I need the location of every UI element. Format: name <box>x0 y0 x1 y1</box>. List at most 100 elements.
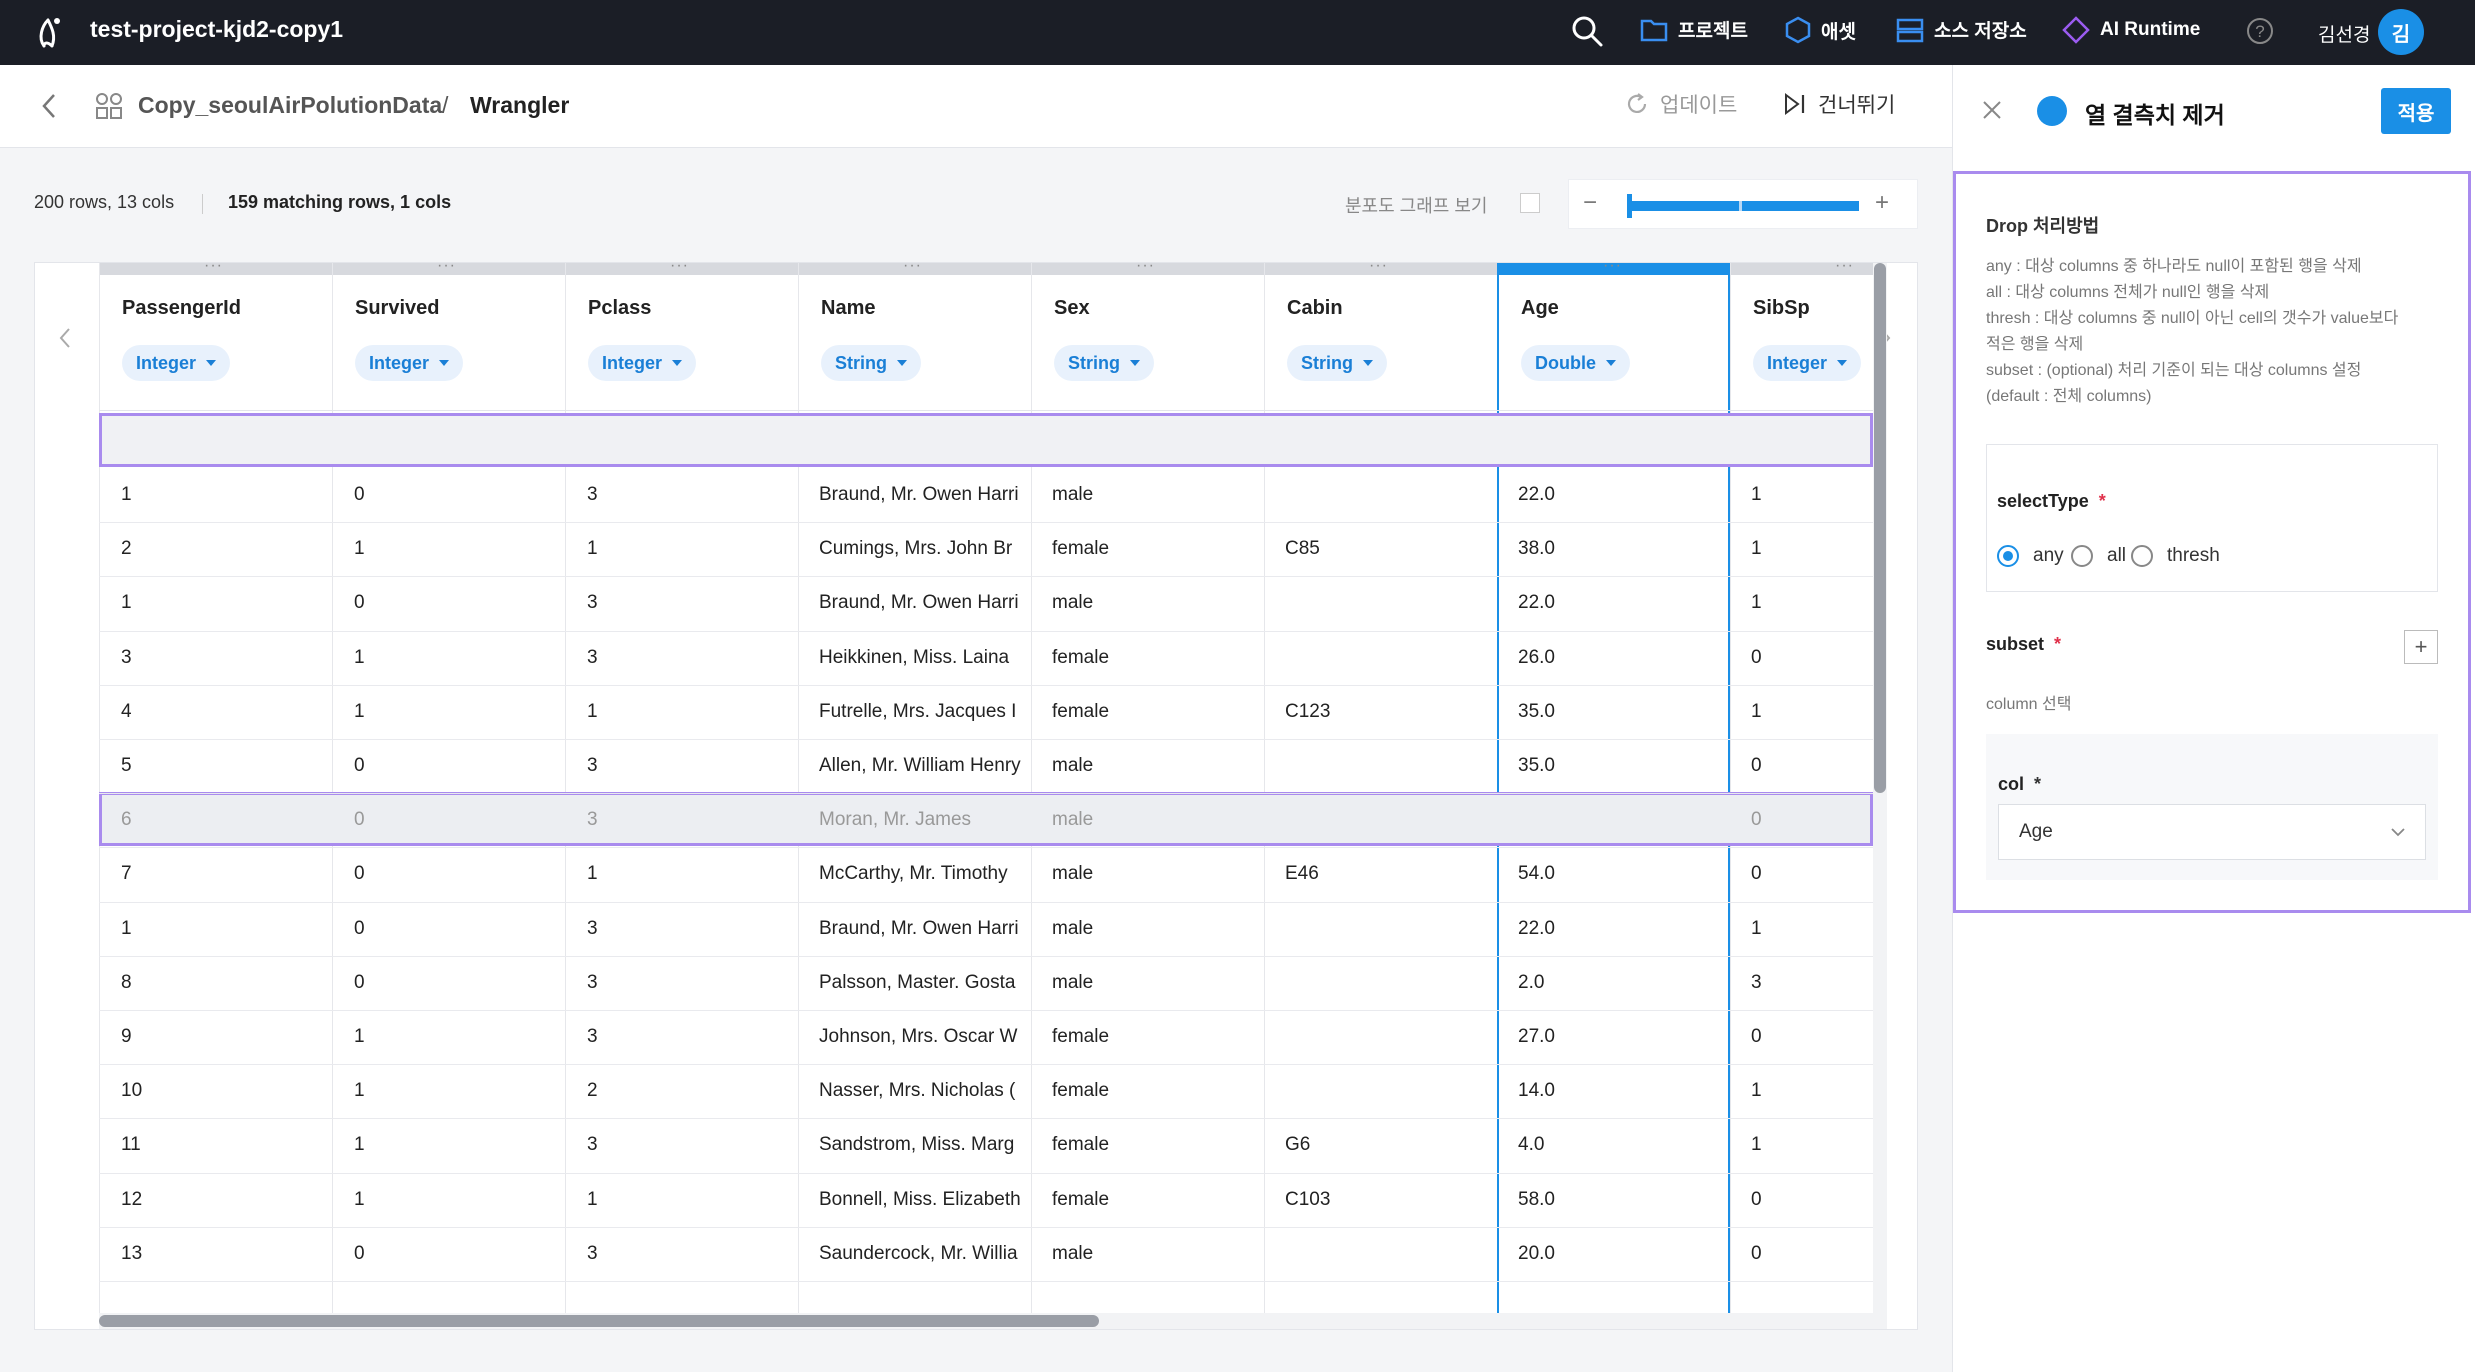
nav-source-repo[interactable]: 소스 저장소 <box>1896 16 2027 43</box>
table-cell[interactable]: male <box>1052 972 1259 994</box>
column-menu-icon[interactable]: ··· <box>204 263 223 275</box>
table-cell[interactable]: Braund, Mr. Owen Harri <box>819 592 1026 614</box>
table-cell[interactable]: G6 <box>1285 1134 1492 1156</box>
empty-highlight-row[interactable] <box>99 413 1873 467</box>
column-header-name[interactable]: Pclass <box>588 297 651 320</box>
table-cell[interactable]: 12 <box>121 1189 328 1211</box>
table-cell[interactable]: 1 <box>1751 918 1873 940</box>
table-cell[interactable]: 10 <box>121 1080 328 1102</box>
nav-project[interactable]: 프로젝트 <box>1640 16 1748 43</box>
radio-thresh[interactable]: thresh <box>2131 545 2220 567</box>
table-cell[interactable]: Braund, Mr. Owen Harri <box>819 484 1026 506</box>
avatar[interactable]: 김 <box>2378 9 2424 55</box>
radio-circle[interactable] <box>1997 545 2019 567</box>
radio-any[interactable]: any <box>1997 545 2064 567</box>
table-cell[interactable]: 1 <box>587 1189 794 1211</box>
table-cell[interactable]: female <box>1052 701 1259 723</box>
table-cell[interactable]: 14.0 <box>1518 1080 1725 1102</box>
table-cell[interactable]: 3 <box>587 755 794 777</box>
project-name[interactable]: test-project-kjd2-copy1 <box>90 16 343 43</box>
table-cell[interactable]: 1 <box>1751 538 1873 560</box>
table-cell[interactable]: 0 <box>354 755 561 777</box>
table-cell[interactable]: 8 <box>121 972 328 994</box>
table-cell[interactable]: 0 <box>354 863 561 885</box>
column-type-dropdown[interactable]: String <box>1287 345 1387 381</box>
table-cell[interactable]: 1 <box>587 701 794 723</box>
app-logo-icon[interactable] <box>30 12 70 52</box>
table-cell[interactable]: 2 <box>121 538 328 560</box>
table-cell[interactable]: Sandstrom, Miss. Marg <box>819 1134 1026 1156</box>
column-header-name[interactable]: Survived <box>355 297 439 320</box>
table-cell[interactable]: 0 <box>354 918 561 940</box>
table-cell[interactable]: 27.0 <box>1518 1026 1725 1048</box>
apply-button[interactable]: 적용 <box>2381 88 2451 134</box>
table-cell[interactable]: 3 <box>1751 972 1873 994</box>
nav-ai-runtime[interactable]: AI Runtime <box>2062 16 2200 44</box>
table-cell[interactable]: 38.0 <box>1518 538 1725 560</box>
table-cell[interactable]: 1 <box>121 592 328 614</box>
table-cell[interactable]: 1 <box>587 863 794 885</box>
table-cell[interactable]: Allen, Mr. William Henry <box>819 755 1026 777</box>
column-type-dropdown[interactable]: Double <box>1521 345 1630 381</box>
update-button[interactable]: 업데이트 <box>1624 89 1737 119</box>
table-cell[interactable]: 22.0 <box>1518 484 1725 506</box>
table-cell[interactable]: 1 <box>587 538 794 560</box>
table-cell[interactable]: Heikkinen, Miss. Laina <box>819 647 1026 669</box>
table-cell[interactable]: male <box>1052 918 1259 940</box>
table-cell[interactable]: 1 <box>1751 592 1873 614</box>
user-name[interactable]: 김선경 <box>2318 20 2370 47</box>
table-cell[interactable]: Futrelle, Mrs. Jacques I <box>819 701 1026 723</box>
table-cell[interactable]: 0 <box>1751 1026 1873 1048</box>
column-type-dropdown[interactable]: Integer <box>588 345 697 381</box>
table-cell[interactable]: 26.0 <box>1518 647 1725 669</box>
chevron-left-icon[interactable] <box>55 323 75 353</box>
table-cell[interactable]: 3 <box>587 592 794 614</box>
table-cell[interactable]: 0 <box>354 592 561 614</box>
column-type-dropdown[interactable]: String <box>1054 345 1154 381</box>
table-cell[interactable]: 6 <box>121 809 328 831</box>
breadcrumb-dataset[interactable]: Copy_seoulAirPolutionData <box>138 92 442 119</box>
table-cell[interactable]: 0 <box>1751 1243 1873 1265</box>
table-cell[interactable]: 1 <box>1751 1080 1873 1102</box>
table-cell[interactable]: 2.0 <box>1518 972 1725 994</box>
table-cell[interactable]: 3 <box>587 809 794 831</box>
column-menu-icon[interactable]: ··· <box>1136 263 1155 275</box>
chevron-left-icon[interactable] <box>38 91 60 121</box>
table-cell[interactable]: female <box>1052 1080 1259 1102</box>
column-type-dropdown[interactable]: String <box>821 345 921 381</box>
column-header-name[interactable]: Age <box>1521 297 1559 320</box>
table-cell[interactable]: 22.0 <box>1518 918 1725 940</box>
column-type-dropdown[interactable]: Integer <box>122 345 231 381</box>
column-header-name[interactable]: PassengerId <box>122 297 241 320</box>
table-cell[interactable]: 0 <box>354 972 561 994</box>
table-cell[interactable]: McCarthy, Mr. Timothy <box>819 863 1026 885</box>
table-cell[interactable]: male <box>1052 592 1259 614</box>
table-cell[interactable]: 1 <box>354 1134 561 1156</box>
table-cell[interactable]: 54.0 <box>1518 863 1725 885</box>
column-header-name[interactable]: Name <box>821 297 875 320</box>
table-cell[interactable]: Johnson, Mrs. Oscar W <box>819 1026 1026 1048</box>
table-cell[interactable]: 7 <box>121 863 328 885</box>
table-cell[interactable]: 3 <box>587 1134 794 1156</box>
column-dropdown[interactable]: Age <box>1998 804 2426 860</box>
column-type-dropdown[interactable]: Integer <box>1753 345 1862 381</box>
table-cell[interactable]: 0 <box>354 484 561 506</box>
table-cell[interactable]: 1 <box>354 701 561 723</box>
horizontal-scrollbar[interactable] <box>99 1313 1873 1329</box>
table-cell[interactable]: 4 <box>121 701 328 723</box>
table-cell[interactable]: female <box>1052 647 1259 669</box>
column-type-dropdown[interactable]: Integer <box>355 345 464 381</box>
table-cell[interactable]: 3 <box>587 972 794 994</box>
table-cell[interactable]: Bonnell, Miss. Elizabeth <box>819 1189 1026 1211</box>
table-cell[interactable]: Palsson, Master. Gosta <box>819 972 1026 994</box>
add-subset-button[interactable]: + <box>2404 630 2438 664</box>
skip-button[interactable]: 건너뛰기 <box>1782 89 1895 119</box>
table-cell[interactable]: 22.0 <box>1518 592 1725 614</box>
zoom-slider-handle[interactable] <box>1627 194 1632 218</box>
table-cell[interactable]: 11 <box>121 1134 328 1156</box>
table-cell[interactable]: 1 <box>121 484 328 506</box>
table-cell[interactable]: 3 <box>587 1243 794 1265</box>
table-cell[interactable]: male <box>1052 1243 1259 1265</box>
table-cell[interactable]: Cumings, Mrs. John Br <box>819 538 1026 560</box>
table-cell[interactable]: 1 <box>1751 701 1873 723</box>
